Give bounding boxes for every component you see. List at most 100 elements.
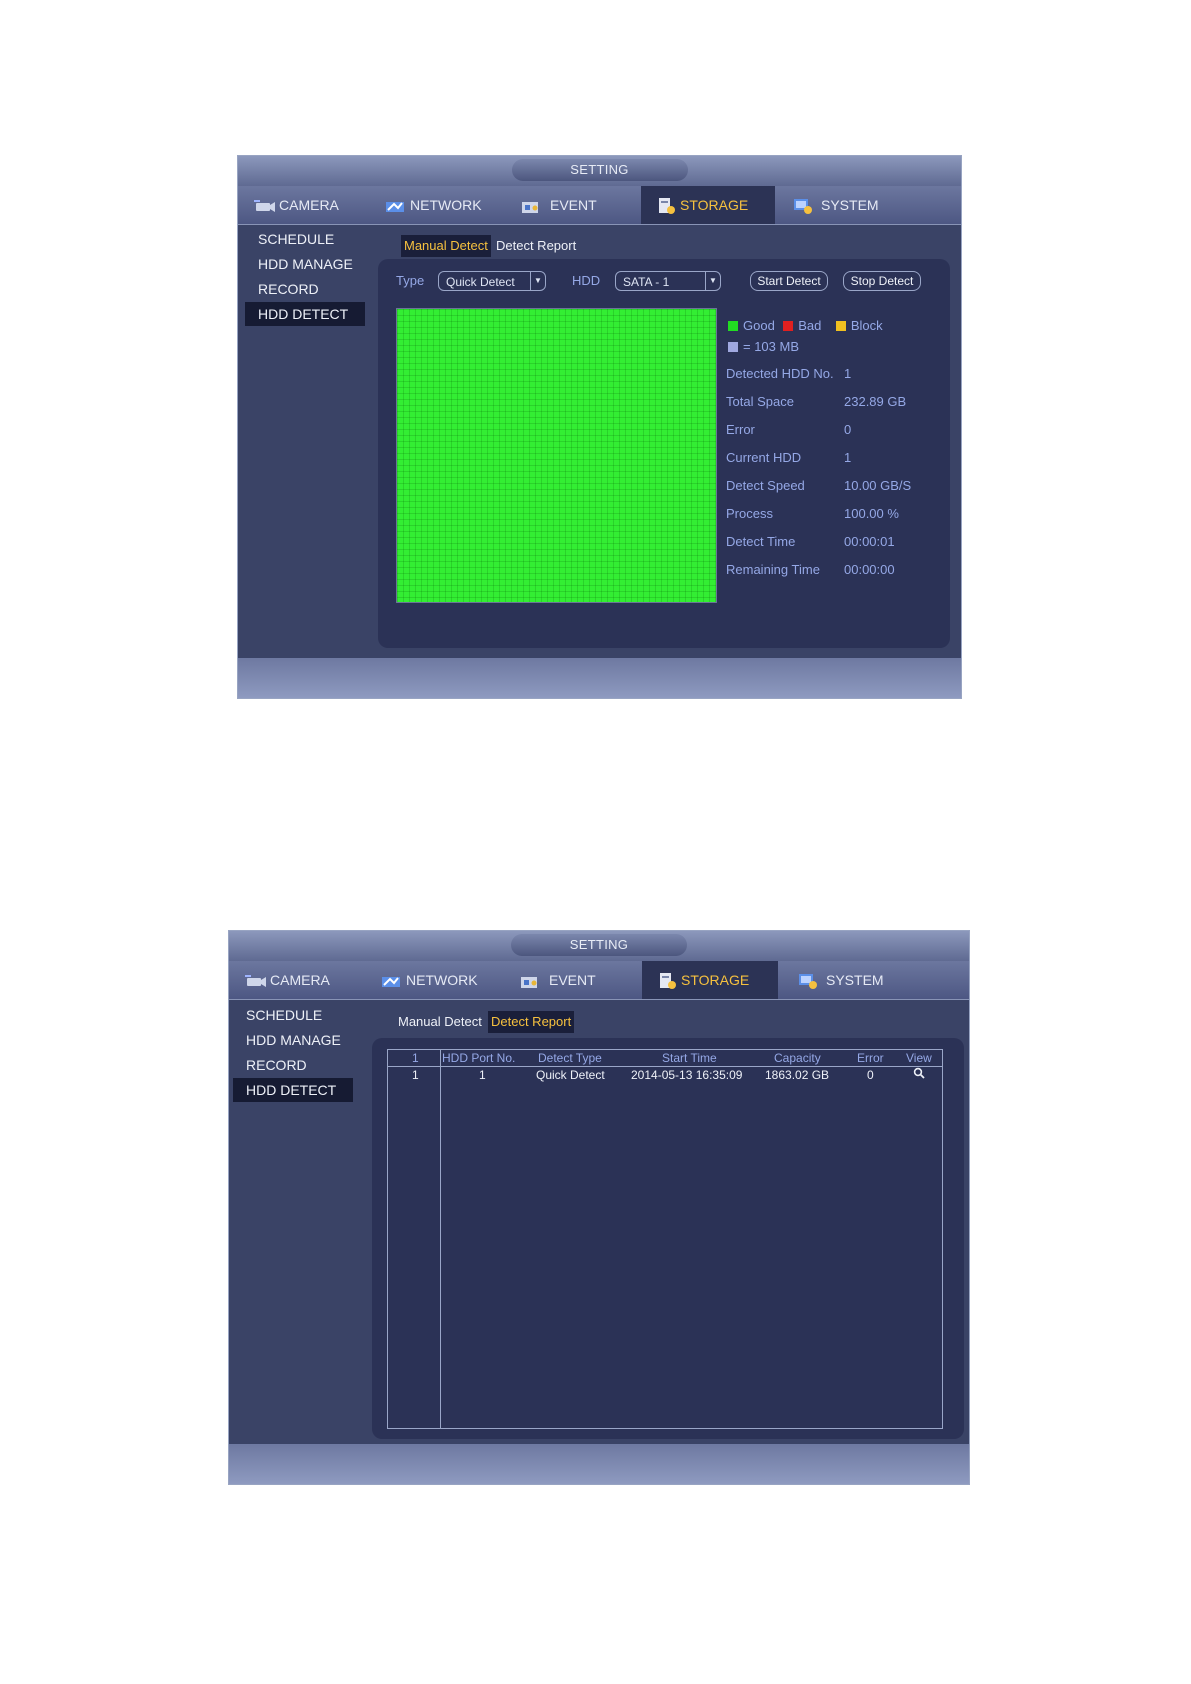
sidebar-item-hdd-manage[interactable]: HDD MANAGE <box>233 1028 353 1052</box>
chevron-down-icon: ▼ <box>705 272 720 290</box>
info-value: 100.00 % <box>844 506 899 521</box>
type-select-value: Quick Detect <box>446 275 515 289</box>
cell-index: 1 <box>412 1068 419 1082</box>
info-key: Error <box>726 422 755 437</box>
footer-bar <box>229 1444 969 1484</box>
legend: Good Bad Block <box>728 317 887 335</box>
legend-bad-swatch <box>783 320 794 331</box>
sidebar-item-record[interactable]: RECORD <box>245 277 365 301</box>
tab-network[interactable]: NETWORK <box>377 961 482 999</box>
sidebar-item-schedule[interactable]: SCHEDULE <box>233 1003 353 1027</box>
window-title: SETTING <box>511 934 687 956</box>
title-bar: SETTING <box>229 931 969 961</box>
header-view: View <box>906 1051 932 1065</box>
info-key: Detect Speed <box>726 478 805 493</box>
cell-error: 0 <box>867 1068 874 1082</box>
legend-unit-label: = 103 MB <box>743 339 800 355</box>
camera-icon <box>245 973 267 989</box>
cell-detect-type: Quick Detect <box>536 1068 605 1082</box>
footer-bar <box>238 658 961 698</box>
header-error: Error <box>857 1051 884 1065</box>
subtab-detect-report[interactable]: Detect Report <box>488 1011 575 1033</box>
tab-camera[interactable]: CAMERA <box>250 186 343 224</box>
info-key: Detected HDD No. <box>726 366 834 381</box>
tab-event[interactable]: EVENT <box>515 961 600 999</box>
legend-good-swatch <box>728 320 738 331</box>
title-bar: SETTING <box>238 156 961 186</box>
header-index: 1 <box>412 1051 419 1065</box>
type-label: Type <box>396 273 425 288</box>
event-icon <box>519 973 541 989</box>
info-key: Remaining Time <box>726 562 820 577</box>
search-icon[interactable] <box>913 1067 925 1083</box>
tab-storage-label: STORAGE <box>680 197 749 213</box>
cell-capacity: 1863.02 GB <box>765 1068 830 1082</box>
info-value: 232.89 GB <box>844 394 907 409</box>
legend-unit: = 103 MB <box>728 338 803 356</box>
tab-event-label: EVENT <box>549 972 596 988</box>
subtab-manual-detect[interactable]: Manual Detect <box>401 235 491 257</box>
table-column-divider <box>440 1050 441 1428</box>
info-key: Detect Time <box>726 534 796 549</box>
tab-event-label: EVENT <box>550 197 597 213</box>
header-hdd-port-no: HDD Port No. <box>442 1051 516 1065</box>
sidebar-item-hdd-detect[interactable]: HDD DETECT <box>233 1078 353 1102</box>
camera-icon <box>254 198 276 214</box>
info-key: Total Space <box>726 394 794 409</box>
window-title: SETTING <box>511 159 688 181</box>
main-tabs: CAMERA NETWORK EVENT STORAGE SYSTEM <box>229 961 969 1000</box>
tab-system[interactable]: SYSTEM <box>793 961 888 999</box>
header-start-time: Start Time <box>662 1051 717 1065</box>
subtab-manual-detect[interactable]: Manual Detect <box>395 1011 485 1033</box>
info-value: 10.00 GB/S <box>844 478 912 493</box>
cell-start-time: 2014-05-13 16:35:09 <box>631 1068 743 1082</box>
main-tabs: CAMERA NETWORK EVENT STORAGE SYSTEM <box>238 186 961 225</box>
info-value: 1 <box>844 450 852 465</box>
tab-event[interactable]: EVENT <box>516 186 601 224</box>
legend-unit-swatch <box>728 341 738 352</box>
hdd-label: HDD <box>572 273 601 288</box>
subtab-detect-report[interactable]: Detect Report <box>493 235 579 257</box>
header-detect-type: Detect Type <box>538 1051 602 1065</box>
table-row[interactable]: 1 1 Quick Detect 2014-05-13 16:35:09 186… <box>388 1067 942 1084</box>
legend-bad-label: Bad <box>798 318 822 334</box>
detect-panel: Type Quick Detect ▼ HDD SATA - 1 ▼ Start… <box>378 259 950 648</box>
system-icon <box>797 972 819 990</box>
tab-network-label: NETWORK <box>410 197 482 213</box>
hdd-select[interactable]: SATA - 1 ▼ <box>615 271 721 291</box>
tab-network[interactable]: NETWORK <box>381 186 486 224</box>
tab-system[interactable]: SYSTEM <box>788 186 883 224</box>
stop-detect-button[interactable]: Stop Detect <box>843 271 921 291</box>
legend-block-swatch <box>835 320 846 331</box>
tab-camera[interactable]: CAMERA <box>241 961 334 999</box>
network-icon <box>385 198 407 214</box>
info-key: Current HDD <box>726 450 802 465</box>
hdd-select-value: SATA - 1 <box>623 275 670 289</box>
cell-hdd-port-no: 1 <box>479 1068 486 1082</box>
system-icon <box>792 197 814 215</box>
storage-icon <box>658 972 678 990</box>
legend-block-label: Block <box>850 318 883 334</box>
sidebar-item-hdd-manage[interactable]: HDD MANAGE <box>245 252 365 276</box>
tab-system-label: SYSTEM <box>826 972 884 988</box>
tab-network-label: NETWORK <box>406 972 478 988</box>
event-icon <box>520 198 542 214</box>
sidebar-item-hdd-detect[interactable]: HDD DETECT <box>245 302 365 326</box>
info-value: 0 <box>844 422 852 437</box>
tab-storage[interactable]: STORAGE <box>642 961 778 999</box>
info-key: Process <box>726 506 773 521</box>
setting-window-manual-detect: SETTING CAMERA NETWORK EVENT STORAGE SYS… <box>237 155 962 699</box>
tab-camera-label: CAMERA <box>270 972 330 988</box>
start-detect-button[interactable]: Start Detect <box>750 271 828 291</box>
storage-icon <box>657 197 677 215</box>
sidebar-item-schedule[interactable]: SCHEDULE <box>245 227 365 251</box>
network-icon <box>381 973 403 989</box>
tab-storage-label: STORAGE <box>681 972 750 988</box>
chevron-down-icon: ▼ <box>530 272 545 290</box>
tab-storage[interactable]: STORAGE <box>641 186 775 224</box>
setting-window-detect-report: SETTING CAMERA NETWORK EVENT STORAGE SYS… <box>228 930 970 1485</box>
type-select[interactable]: Quick Detect ▼ <box>438 271 546 291</box>
header-capacity: Capacity <box>774 1051 821 1065</box>
info-value: 00:00:01 <box>844 534 895 549</box>
sidebar-item-record[interactable]: RECORD <box>233 1053 353 1077</box>
